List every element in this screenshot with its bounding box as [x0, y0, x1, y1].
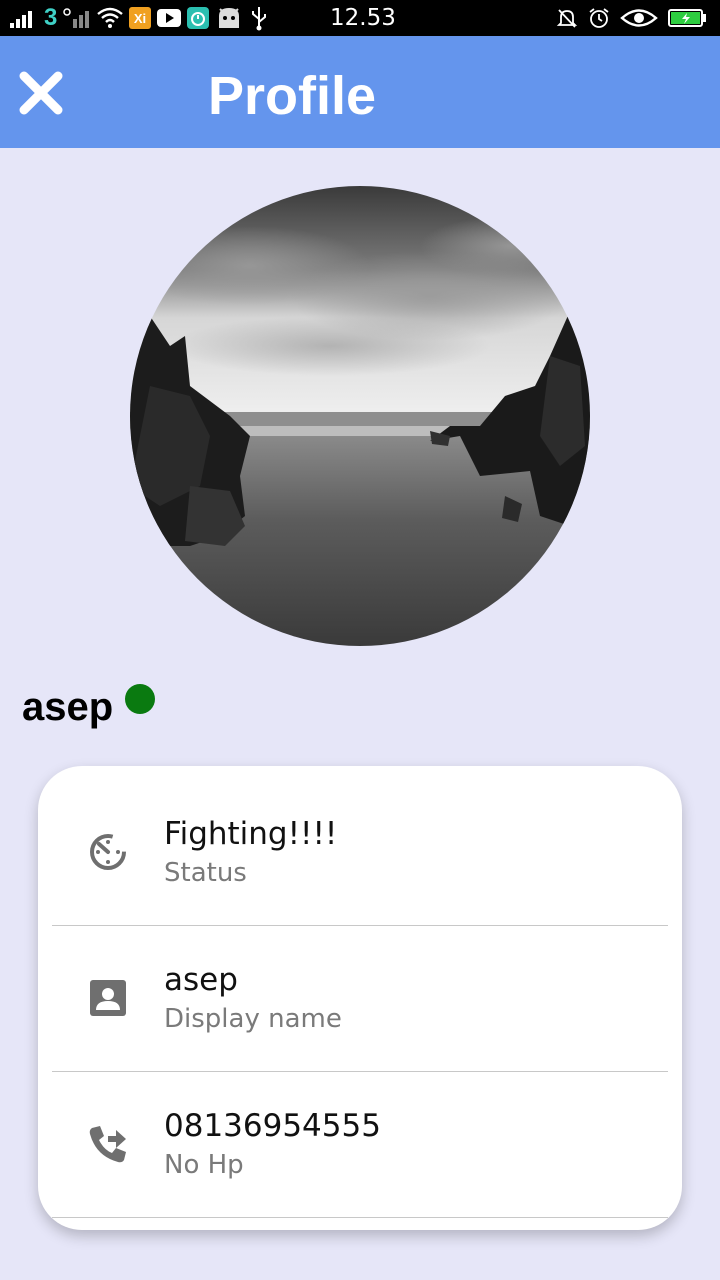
profile-details-card: Fighting!!!! Status asep Display name 08… — [38, 766, 682, 1230]
eye-icon — [620, 7, 658, 29]
close-icon — [19, 71, 63, 115]
signal-2-icon — [63, 8, 91, 28]
app-xi-icon: Xi — [129, 7, 152, 29]
android-icon — [215, 6, 243, 30]
status-label: Status — [164, 858, 247, 888]
svg-text:Xi: Xi — [134, 11, 146, 26]
profile-avatar[interactable] — [130, 186, 590, 646]
timer-app-icon — [187, 7, 210, 29]
battery-charging-icon — [668, 8, 708, 28]
carrier-3-icon: 3 — [44, 4, 58, 31]
contact-card-icon — [86, 976, 130, 1020]
profile-name: asep — [22, 685, 114, 729]
status-bar-left-icons: 3 Xi — [10, 4, 269, 32]
status-timer-icon — [86, 830, 130, 874]
phone-forward-icon — [86, 1122, 130, 1166]
divider — [52, 1217, 668, 1218]
wifi-icon — [97, 7, 124, 29]
close-button[interactable] — [14, 66, 68, 120]
status-bar-right-icons — [556, 4, 708, 32]
silent-bell-icon — [556, 7, 578, 29]
online-status-indicator — [125, 684, 155, 714]
display-name-value: asep — [164, 962, 238, 998]
display-name-label: Display name — [164, 1004, 342, 1034]
detail-row-display-name[interactable]: asep Display name — [38, 912, 682, 1058]
signal-icon — [10, 8, 38, 28]
detail-row-phone[interactable]: 08136954555 No Hp — [38, 1058, 682, 1204]
profile-photo — [130, 186, 590, 646]
app-bar: Profile — [0, 36, 720, 148]
phone-label: No Hp — [164, 1150, 244, 1180]
page-title: Profile — [208, 66, 377, 126]
status-time: 12.53 — [330, 5, 396, 31]
phone-value: 08136954555 — [164, 1108, 381, 1144]
detail-row-status[interactable]: Fighting!!!! Status — [38, 766, 682, 912]
youtube-icon — [157, 9, 182, 27]
status-value: Fighting!!!! — [164, 816, 338, 852]
status-bar: 3 Xi 12.53 — [0, 0, 720, 36]
alarm-icon — [588, 7, 610, 29]
usb-icon — [249, 5, 269, 31]
